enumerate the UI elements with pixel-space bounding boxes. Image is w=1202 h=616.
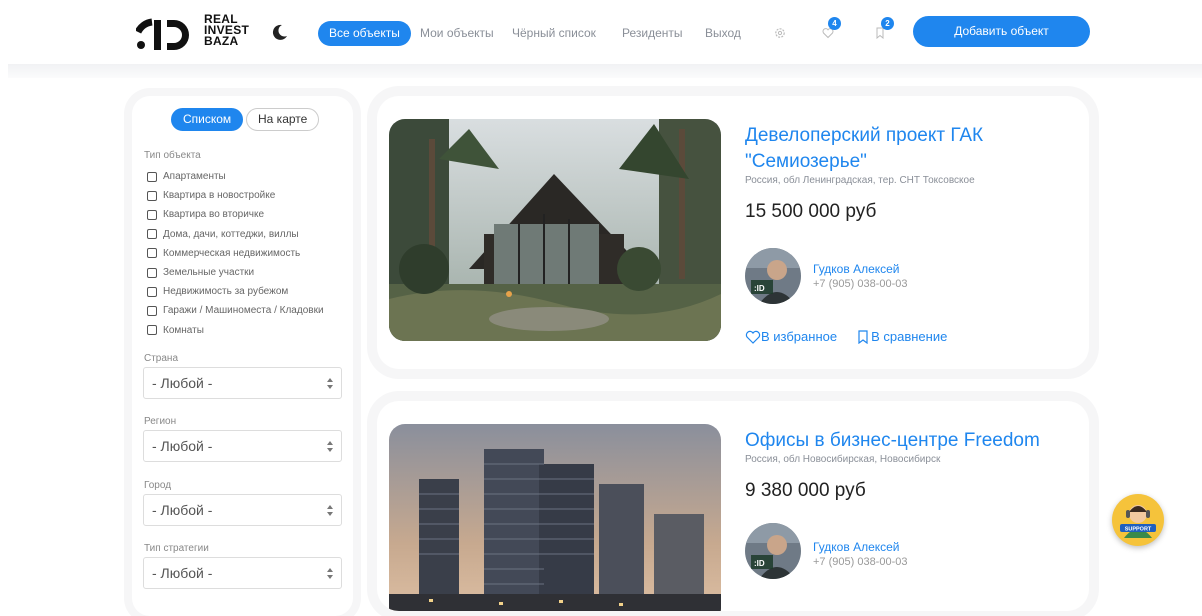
listing-price: 9 380 000 руб — [745, 480, 866, 501]
listing-location: Россия, обл Ленинградская, тер. СНТ Токс… — [745, 175, 975, 186]
logo-text: REAL INVEST BAZA — [204, 13, 249, 48]
select-arrows-icon — [327, 568, 333, 579]
checkbox[interactable] — [147, 229, 157, 240]
type-option-label: Комнаты — [163, 324, 204, 336]
agent-avatar-image: :ID — [745, 523, 801, 579]
checkbox[interactable] — [147, 190, 157, 201]
country-label: Страна — [144, 353, 179, 364]
settings-gear-icon[interactable] — [774, 27, 786, 39]
type-checkbox-row[interactable]: Квартира в новостройке — [147, 186, 324, 205]
compare-count-badge: 2 — [881, 17, 894, 30]
add-to-compare-button[interactable]: В сравнение — [857, 329, 947, 344]
type-option-label: Недвижимость за рубежом — [163, 286, 289, 298]
listing-photo[interactable] — [389, 119, 721, 341]
type-option-label: Апартаменты — [163, 171, 226, 183]
type-checkbox-row[interactable]: Недвижимость за рубежом — [147, 282, 324, 301]
compare-label: В сравнение — [871, 329, 948, 344]
checkbox[interactable] — [147, 248, 157, 259]
region-select-value: - Любой - — [152, 438, 213, 454]
object-type-label: Тип объекта — [144, 150, 201, 161]
checkbox[interactable] — [147, 209, 157, 220]
view-map-button[interactable]: На карте — [246, 108, 320, 131]
object-type-list: Апартаменты Квартира в новостройке Кварт… — [147, 167, 324, 340]
region-select[interactable]: - Любой - — [143, 430, 342, 462]
type-checkbox-row[interactable]: Гаражи / Машиноместа / Кладовки — [147, 301, 324, 320]
select-arrows-icon — [327, 505, 333, 516]
heart-outline-icon — [745, 330, 761, 344]
checkbox[interactable] — [147, 325, 157, 336]
country-select-value: - Любой - — [152, 375, 213, 391]
top-header: REAL INVEST BAZA Все объекты Мои объекты… — [0, 0, 1202, 66]
type-option-label: Квартира в новостройке — [163, 190, 276, 202]
listing-price: 15 500 000 руб — [745, 201, 877, 222]
nav-all-objects[interactable]: Все объекты — [318, 21, 411, 46]
type-option-label: Коммерческая недвижимость — [163, 247, 301, 259]
type-option-label: Гаражи / Машиноместа / Кладовки — [163, 305, 324, 317]
checkbox[interactable] — [147, 267, 157, 278]
listing-location: Россия, обл Новосибирская, Новосибирск — [745, 454, 941, 465]
agent-phone[interactable]: +7 (905) 038-00-03 — [813, 278, 907, 290]
agent-phone[interactable]: +7 (905) 038-00-03 — [813, 556, 907, 568]
type-checkbox-row[interactable]: Комнаты — [147, 321, 324, 340]
nav-my-objects[interactable]: Мои объекты — [420, 21, 494, 46]
support-chat-button[interactable]: SUPPORT — [1112, 494, 1164, 546]
house-photo-image — [389, 119, 721, 341]
agent-avatar[interactable]: :ID — [745, 248, 801, 304]
header-divider — [8, 64, 1202, 78]
view-list-button[interactable]: Списком — [171, 108, 244, 131]
type-option-label: Дома, дачи, коттеджи, виллы — [163, 228, 299, 240]
city-select[interactable]: - Любой - — [143, 494, 342, 526]
support-agent-icon: SUPPORT — [1120, 505, 1156, 538]
city-label: Город — [144, 480, 172, 491]
strategy-select-value: - Любой - — [152, 565, 213, 581]
listing-actions: В избранное В сравнение — [745, 329, 967, 344]
bookmark-outline-icon — [858, 329, 868, 344]
city-select-value: - Любой - — [152, 502, 213, 518]
select-arrows-icon — [327, 441, 333, 452]
add-to-favorites-button[interactable]: В избранное — [745, 329, 837, 344]
svg-text::ID: :ID — [754, 284, 765, 293]
listing-photo[interactable] — [389, 424, 721, 611]
nav-blacklist[interactable]: Чёрный список — [512, 21, 596, 46]
favorites-count-badge: 4 — [828, 17, 841, 30]
type-checkbox-row[interactable]: Коммерческая недвижимость — [147, 244, 324, 263]
logo-mark-icon — [136, 18, 189, 50]
agent-avatar[interactable]: :ID — [745, 523, 801, 579]
office-building-photo-image — [389, 424, 721, 611]
type-option-label: Квартира во вторичке — [163, 209, 265, 221]
filter-sidebar: Списком На карте Тип объекта Апартаменты… — [132, 96, 353, 616]
checkbox[interactable] — [147, 171, 157, 182]
agent-avatar-image: :ID — [745, 248, 801, 304]
type-checkbox-row[interactable]: Апартаменты — [147, 167, 324, 186]
select-arrows-icon — [327, 378, 333, 389]
type-checkbox-row[interactable]: Дома, дачи, коттеджи, виллы — [147, 225, 324, 244]
type-checkbox-row[interactable]: Квартира во вторичке — [147, 205, 324, 224]
favorites-label: В избранное — [761, 329, 838, 344]
add-object-button[interactable]: Добавить объект — [913, 16, 1090, 47]
listing-title[interactable]: Девелоперский проект ГАК "Семиозерье" — [745, 123, 1045, 175]
type-checkbox-row[interactable]: Земельные участки — [147, 263, 324, 282]
logo-line-3: BAZA — [204, 34, 239, 48]
checkbox[interactable] — [147, 286, 157, 297]
svg-text::ID: :ID — [754, 559, 765, 568]
svg-text:SUPPORT: SUPPORT — [1125, 527, 1152, 533]
listing-card[interactable]: Девелоперский проект ГАК "Семиозерье" Ро… — [377, 96, 1089, 369]
country-select[interactable]: - Любой - — [143, 367, 342, 399]
region-label: Регион — [144, 416, 177, 427]
listing-card[interactable]: Офисы в бизнес-центре Freedom Россия, об… — [377, 401, 1089, 611]
listing-title[interactable]: Офисы в бизнес-центре Freedom — [745, 428, 1045, 454]
nav-residents[interactable]: Резиденты — [622, 21, 683, 46]
agent-name[interactable]: Гудков Алексей — [813, 262, 900, 276]
nav-logout[interactable]: Выход — [705, 21, 741, 46]
checkbox[interactable] — [147, 305, 157, 316]
strategy-label: Тип стратегии — [144, 543, 209, 554]
agent-name[interactable]: Гудков Алексей — [813, 540, 900, 554]
dark-mode-moon-icon[interactable] — [270, 22, 290, 42]
site-logo[interactable]: REAL INVEST BAZA — [136, 12, 256, 54]
type-option-label: Земельные участки — [163, 267, 255, 279]
strategy-select[interactable]: - Любой - — [143, 557, 342, 589]
